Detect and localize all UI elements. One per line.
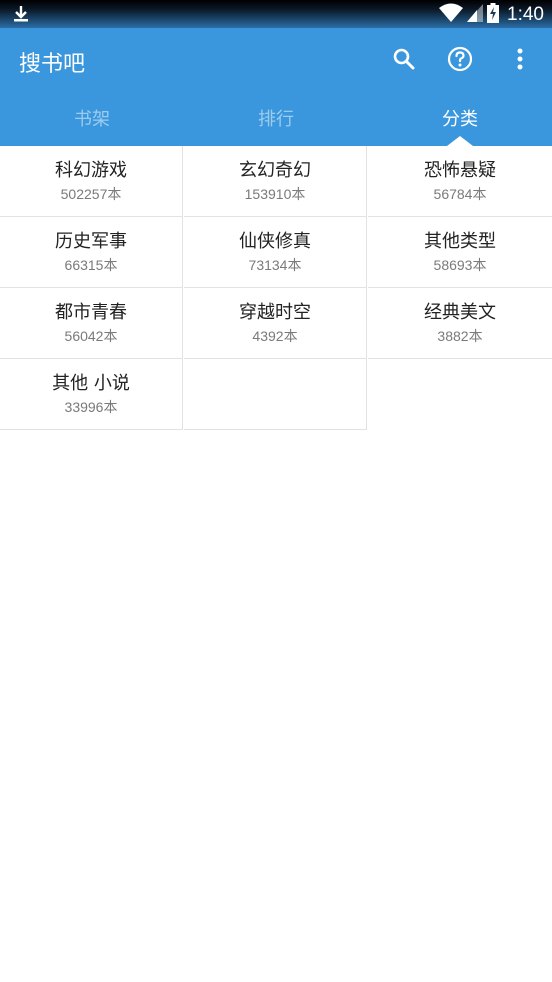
tab-bar: 书架 排行 分类 (0, 102, 552, 146)
category-count: 33996本 (64, 399, 118, 415)
category-name: 仙侠修真 (239, 231, 311, 252)
status-time: 1:40 (507, 4, 544, 25)
category-name: 其他 小说 (52, 373, 130, 394)
tab-ranking[interactable]: 排行 (184, 102, 368, 146)
category-cell[interactable]: 恐怖悬疑 56784本 (368, 146, 552, 217)
status-bar: 1:40 (0, 0, 552, 28)
category-count: 73134本 (248, 257, 302, 273)
category-cell[interactable]: 科幻游戏 502257本 (0, 146, 183, 217)
category-name: 科幻游戏 (55, 160, 127, 181)
category-count: 4392本 (252, 328, 298, 344)
category-count: 58693本 (433, 257, 487, 273)
tab-categories[interactable]: 分类 (368, 102, 552, 146)
download-icon (12, 5, 30, 27)
category-count: 153910本 (244, 186, 306, 202)
category-cell[interactable]: 仙侠修真 73134本 (184, 217, 367, 288)
category-cell[interactable]: 都市青春 56042本 (0, 288, 183, 359)
tab-label: 排行 (258, 109, 294, 130)
tab-bookshelf[interactable]: 书架 (0, 102, 184, 146)
category-count: 3882本 (437, 328, 483, 344)
category-cell[interactable]: 历史军事 66315本 (0, 217, 183, 288)
search-button[interactable] (387, 44, 421, 78)
category-count: 66315本 (64, 257, 118, 273)
category-cell[interactable]: 其他类型 58693本 (368, 217, 552, 288)
category-count: 56042本 (64, 328, 118, 344)
app-bar: 搜书吧 书架 排行 分类 (0, 28, 552, 146)
more-options-button[interactable] (503, 44, 537, 78)
active-tab-indicator (447, 136, 473, 146)
category-name: 都市青春 (55, 302, 127, 323)
category-name: 历史军事 (55, 231, 127, 252)
tab-label: 书架 (74, 109, 110, 130)
category-name: 其他类型 (424, 231, 496, 252)
category-cell[interactable]: 经典美文 3882本 (368, 288, 552, 359)
category-name: 玄幻奇幻 (239, 160, 311, 181)
signal-icon (467, 4, 484, 26)
more-vert-icon (516, 47, 524, 75)
wifi-icon (439, 3, 464, 27)
help-icon (447, 46, 473, 76)
category-count: 56784本 (433, 186, 487, 202)
category-name: 恐怖悬疑 (424, 160, 496, 181)
app-title: 搜书吧 (19, 52, 86, 77)
battery-charging-icon (487, 3, 500, 27)
category-cell[interactable]: 穿越时空 4392本 (184, 288, 367, 359)
category-cell[interactable]: 其他 小说 33996本 (0, 359, 183, 430)
category-cell[interactable]: 玄幻奇幻 153910本 (184, 146, 367, 217)
empty-cell (184, 359, 367, 430)
search-icon (392, 47, 416, 75)
category-name: 经典美文 (424, 302, 496, 323)
help-button[interactable] (443, 44, 477, 78)
category-count: 502257本 (60, 186, 122, 202)
category-name: 穿越时空 (239, 302, 311, 323)
tab-label: 分类 (442, 109, 478, 130)
